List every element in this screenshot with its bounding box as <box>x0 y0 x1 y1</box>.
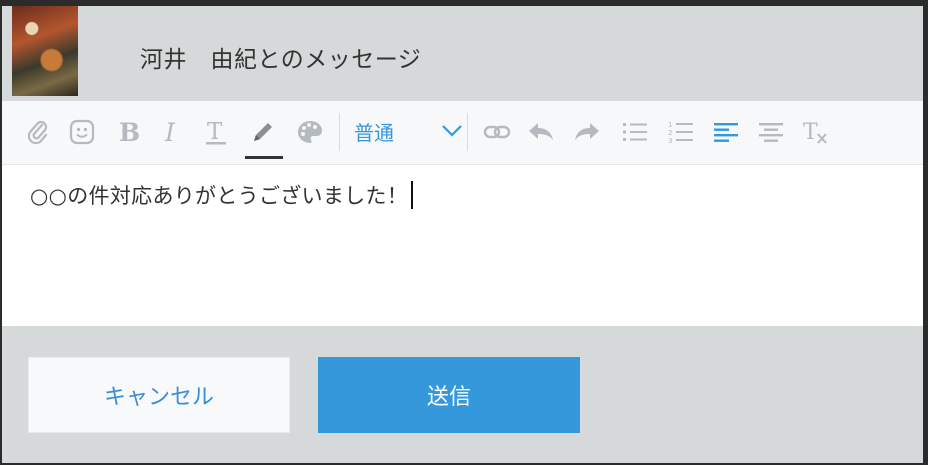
message-dialog: 河井 由紀とのメッセージ B I T 普通 1 2 3 T ○○の件対応ありがと… <box>0 0 928 465</box>
link-icon[interactable] <box>481 115 513 149</box>
cancel-button[interactable]: キャンセル <box>28 357 290 433</box>
toolbar-divider <box>467 113 468 151</box>
send-button[interactable]: 送信 <box>318 357 580 433</box>
rich-text-editor: B I T 普通 1 2 3 T ○○の件対応ありがとうございました！ <box>2 101 923 326</box>
paperclip-icon[interactable] <box>22 115 54 149</box>
toolbar-divider <box>339 113 340 151</box>
undo-icon[interactable] <box>525 115 557 149</box>
italic-icon[interactable]: I <box>158 115 188 149</box>
emoji-icon[interactable] <box>66 115 98 149</box>
svg-text:T: T <box>803 120 818 145</box>
active-tool-indicator <box>245 156 283 159</box>
svg-text:2: 2 <box>668 129 672 137</box>
chevron-down-icon[interactable] <box>441 123 463 142</box>
svg-text:B: B <box>119 119 139 145</box>
clear-format-icon[interactable]: T <box>800 115 832 149</box>
palette-icon[interactable] <box>293 115 327 149</box>
svg-text:3: 3 <box>668 137 672 144</box>
numbered-list-icon[interactable]: 123 <box>665 115 697 149</box>
avatar <box>12 6 78 96</box>
message-input[interactable]: ○○の件対応ありがとうございました！ <box>2 165 923 326</box>
svg-text:T: T <box>207 119 223 145</box>
bullet-list-icon[interactable] <box>619 115 651 149</box>
editor-toolbar: B I T 普通 1 2 3 T <box>2 101 923 165</box>
bold-icon[interactable]: B <box>112 115 144 149</box>
text-caret <box>411 181 414 209</box>
align-center-icon[interactable] <box>755 115 787 149</box>
svg-text:I: I <box>164 119 176 145</box>
align-left-icon[interactable] <box>710 115 742 149</box>
message-text: ○○の件対応ありがとうございました！ <box>30 180 414 211</box>
svg-text:1: 1 <box>668 121 672 129</box>
page-title: 河井 由紀とのメッセージ <box>140 47 422 73</box>
highlight-pen-icon[interactable] <box>247 115 279 149</box>
dialog-header: 河井 由紀とのメッセージ <box>2 6 923 101</box>
redo-icon[interactable] <box>571 115 603 149</box>
format-select[interactable]: 普通 <box>354 117 394 146</box>
text-color-icon[interactable]: T <box>200 115 232 149</box>
